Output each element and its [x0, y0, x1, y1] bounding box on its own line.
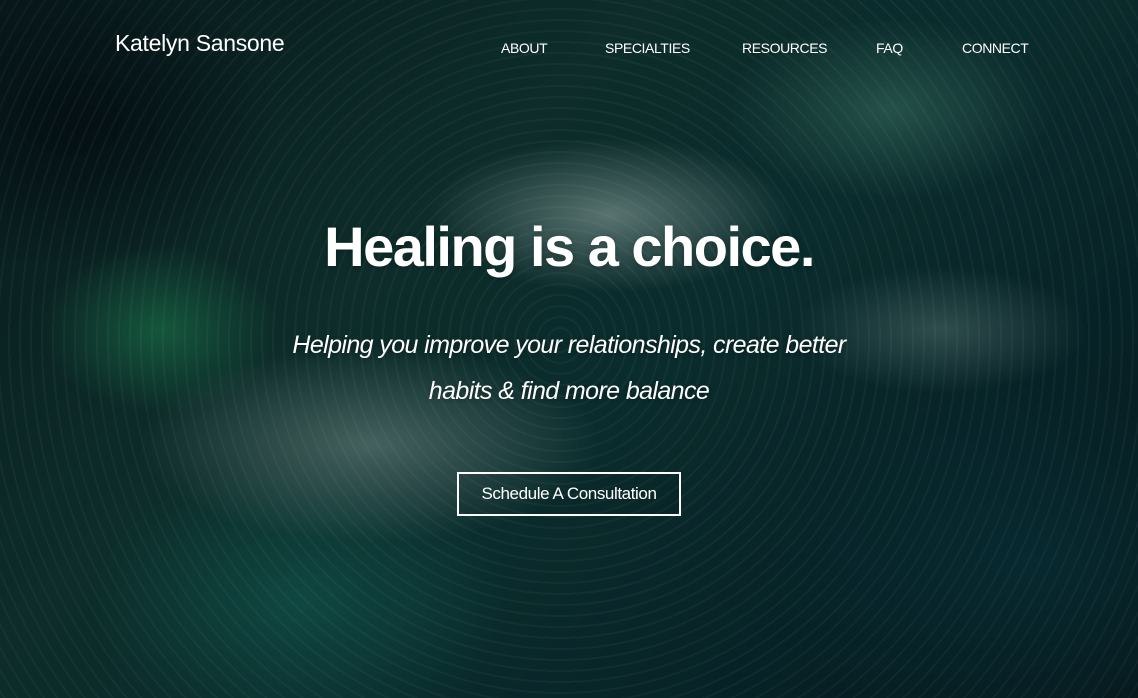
- nav-link-resources[interactable]: RESOURCES: [742, 40, 827, 56]
- hero-headline: Healing is a choice.: [324, 215, 815, 278]
- schedule-consultation-button[interactable]: Schedule A Consultation: [457, 472, 681, 516]
- nav-link-connect[interactable]: CONNECT: [962, 40, 1029, 56]
- main-nav: ABOUT SPECIALTIES RESOURCES FAQ CONNECT: [0, 40, 1138, 60]
- nav-link-faq[interactable]: FAQ: [876, 40, 903, 56]
- hero-subheadline: Helping you improve your relationships, …: [292, 331, 846, 405]
- site-header: Katelyn Sansone ABOUT SPECIALTIES RESOUR…: [0, 0, 1138, 96]
- hero-section: Katelyn Sansone ABOUT SPECIALTIES RESOUR…: [0, 0, 1138, 698]
- nav-link-about[interactable]: ABOUT: [501, 40, 548, 56]
- nav-link-specialties[interactable]: SPECIALTIES: [605, 40, 690, 56]
